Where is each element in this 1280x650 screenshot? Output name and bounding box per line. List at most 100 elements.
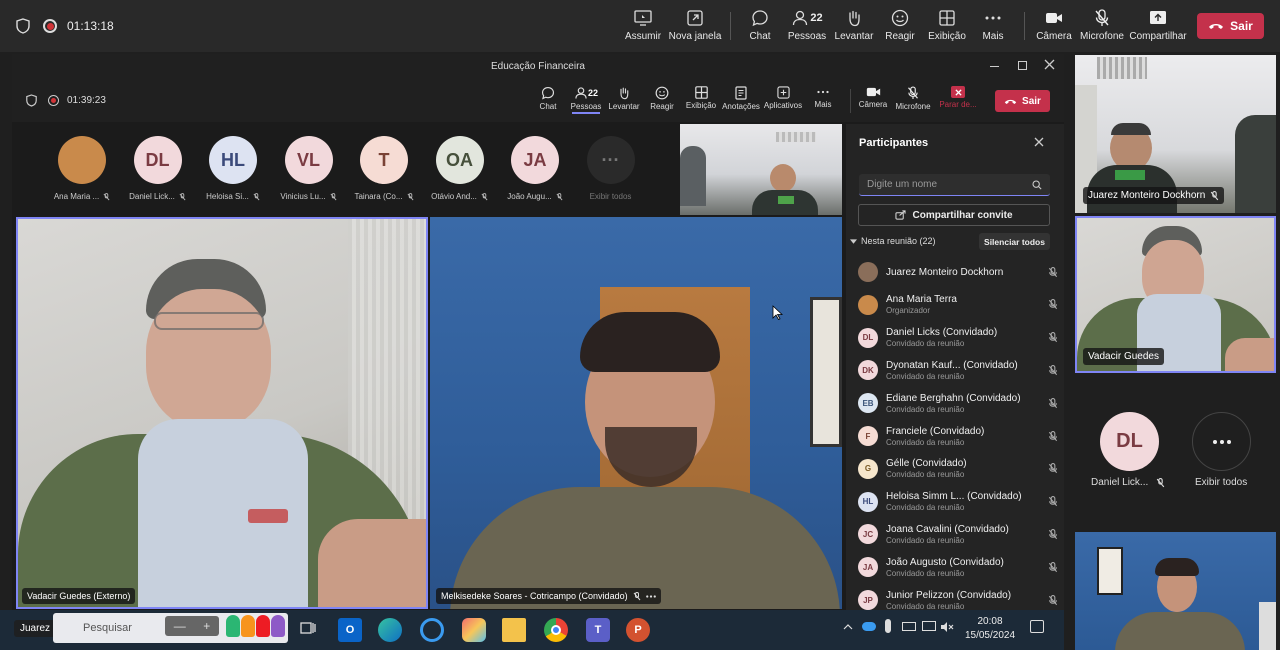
share-invite-button[interactable]: Compartilhar convite xyxy=(858,204,1050,226)
search-input[interactable]: Digite um nome xyxy=(859,174,1050,196)
mic-off-icon[interactable] xyxy=(1048,266,1058,278)
mic-off-icon[interactable] xyxy=(1048,364,1058,376)
new-window-icon xyxy=(685,8,705,28)
mic-off-icon xyxy=(253,192,260,201)
leave-button[interactable]: Sair xyxy=(995,90,1050,112)
compartilhar-button[interactable]: Compartilhar xyxy=(1129,8,1187,48)
mic-off-icon[interactable] xyxy=(1048,594,1058,606)
video-tile-melkisedeke-small[interactable] xyxy=(1075,532,1276,650)
participant-row[interactable]: DL Daniel Licks (Convidado) Convidado da r… xyxy=(858,323,1058,353)
parar-compartilhamento-button[interactable]: Parar de... xyxy=(938,86,978,120)
strip-participant[interactable]: JA João Augu... xyxy=(499,136,571,201)
chrome-icon[interactable] xyxy=(544,618,568,642)
avatar xyxy=(858,294,878,315)
mic-off-icon[interactable] xyxy=(1048,397,1058,409)
network-icon[interactable] xyxy=(922,621,936,631)
outlook-icon[interactable]: O xyxy=(338,618,362,642)
mic-off-icon[interactable] xyxy=(1048,528,1058,540)
microfone-button[interactable]: Microfone xyxy=(1074,8,1130,48)
mic-icon[interactable] xyxy=(885,619,891,633)
chat-icon xyxy=(541,86,555,100)
task-view-icon[interactable] xyxy=(298,618,322,642)
strip-participant[interactable]: VL Vinicius Lu... xyxy=(273,136,345,201)
assumir-button[interactable]: Assumir xyxy=(615,8,671,48)
participant-row[interactable]: JC Joana Cavalini (Convidado) Convidado da… xyxy=(858,519,1058,549)
minimize-icon[interactable] xyxy=(990,66,999,67)
participant-row[interactable]: JA João Augusto (Convidado) Convidado da r… xyxy=(858,552,1058,582)
in-meeting-section-toggle[interactable]: Nesta reunião (22) xyxy=(850,236,936,246)
zoom-control[interactable]: — + xyxy=(165,616,219,636)
participant-name: Junior Pelizzon (Convidado) xyxy=(886,589,1012,601)
mute-all-button[interactable]: Silenciar todos xyxy=(979,233,1050,250)
powerpoint-icon[interactable]: P xyxy=(626,618,650,642)
strip-name-row: Ana Maria ... xyxy=(54,192,110,201)
battery-icon[interactable] xyxy=(902,622,916,631)
strip-participant[interactable]: HL Heloisa Si... xyxy=(197,136,269,201)
strip-participant[interactable]: Ana Maria ... xyxy=(46,136,118,201)
share-icon xyxy=(1148,8,1168,28)
strip-participant[interactable]: DL Daniel Lick... xyxy=(122,136,194,201)
aplicativos-button[interactable]: Aplicativos xyxy=(763,86,803,120)
participant-row[interactable]: DK Dyonatan Kauf... (Convidado) Convidado … xyxy=(858,355,1058,385)
reagir-button[interactable]: Reagir xyxy=(642,86,682,120)
participant-row[interactable]: Juarez Monteiro Dockhorn xyxy=(858,257,1058,287)
cursor-icon xyxy=(772,305,783,320)
participant-row[interactable]: Ana Maria Terra Organizador xyxy=(858,290,1058,320)
mais-button[interactable]: Mais xyxy=(965,8,1021,48)
file-explorer-icon[interactable] xyxy=(502,618,526,642)
more-icon[interactable] xyxy=(645,594,656,598)
paint-icon[interactable] xyxy=(462,618,486,642)
participant-row[interactable]: EB Ediane Berghahn (Convidado) Convidado d… xyxy=(858,388,1058,418)
maximize-icon[interactable] xyxy=(1018,61,1027,70)
notifications-icon[interactable] xyxy=(1030,620,1044,633)
video-tile-vadacir[interactable] xyxy=(16,217,428,609)
edge-icon[interactable] xyxy=(378,618,402,642)
onedrive-icon[interactable] xyxy=(862,622,876,631)
mic-off-icon[interactable] xyxy=(1048,561,1058,573)
toolbar-divider xyxy=(850,89,851,113)
participant-row[interactable]: F Franciele (Convidado) Convidado da reuni… xyxy=(858,421,1058,451)
close-icon[interactable] xyxy=(1044,59,1055,70)
participant-name: Ediane Berghahn (Convidado) xyxy=(886,392,1021,404)
camera-button[interactable]: Câmera xyxy=(853,86,893,120)
video-tile-melkisedeke[interactable] xyxy=(430,217,842,609)
minus-icon[interactable]: — xyxy=(174,619,186,633)
internet-explorer-icon[interactable] xyxy=(420,618,444,642)
nova-janela-button[interactable]: Nova janela xyxy=(667,8,723,48)
leave-button[interactable]: Sair xyxy=(1197,13,1264,39)
strip-participant[interactable]: OA Otávio And... xyxy=(424,136,496,201)
mic-off-icon[interactable] xyxy=(1048,463,1058,474)
people-icon: 22 xyxy=(574,86,598,100)
exibicao-button[interactable]: Exibição xyxy=(681,86,721,120)
shared-video-thumbnail[interactable] xyxy=(680,124,842,215)
avatar-daniel[interactable]: DL xyxy=(1100,412,1159,471)
levantar-button[interactable]: Levantar xyxy=(604,86,644,120)
view-all-strip-button[interactable]: ··· Exibir todos xyxy=(575,136,647,201)
participant-row[interactable]: G Gélle (Convidado) Convidado da reunião xyxy=(858,454,1058,484)
avatar: EB xyxy=(858,393,878,414)
people-count: 22 xyxy=(810,12,823,24)
system-clock[interactable]: 20:08 15/05/2024 xyxy=(960,615,1020,643)
teams-icon[interactable]: T xyxy=(586,618,610,642)
anotacoes-button[interactable]: Anotações xyxy=(721,86,761,120)
participant-name: Franciele (Convidado) xyxy=(886,425,985,437)
mic-off-icon[interactable] xyxy=(1048,299,1058,310)
participant-role: Convidado da reunião xyxy=(886,437,965,447)
volume-muted-icon[interactable] xyxy=(940,621,954,633)
active-tab-indicator xyxy=(572,112,600,114)
view-all-button[interactable] xyxy=(1192,412,1251,471)
mic-off-icon xyxy=(103,192,110,201)
microfone-button[interactable]: Microfone xyxy=(893,86,933,120)
participant-row[interactable]: HL Heloisa Simm L... (Convidado) Convidado… xyxy=(858,487,1058,517)
plus-icon[interactable]: + xyxy=(203,619,210,633)
strip-participant[interactable]: T Tainara (Co... xyxy=(348,136,420,201)
mais-button[interactable]: Mais xyxy=(803,86,843,120)
close-icon[interactable] xyxy=(1034,137,1044,147)
mic-off-icon[interactable] xyxy=(1048,332,1058,343)
pessoas-button[interactable]: 22 Pessoas xyxy=(566,86,606,120)
chevron-up-icon[interactable] xyxy=(843,624,853,630)
mic-off-icon[interactable] xyxy=(1048,430,1058,442)
mic-off-icon[interactable] xyxy=(1048,496,1058,507)
avatar: JA xyxy=(858,557,878,578)
chat-button[interactable]: Chat xyxy=(528,86,568,120)
